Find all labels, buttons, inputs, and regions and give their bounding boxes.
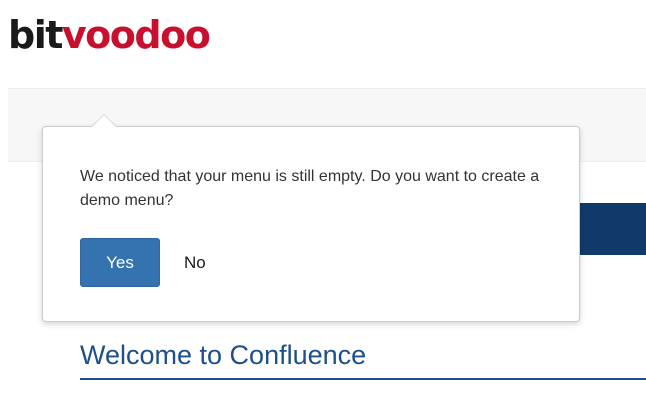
- title-underline: [80, 378, 646, 380]
- yes-button[interactable]: Yes: [80, 238, 160, 287]
- popup-actions: Yes No: [80, 238, 210, 287]
- main-content: Welcome to Confluence: [40, 323, 646, 403]
- logo-text-bit: bit: [8, 13, 63, 57]
- page-title: Welcome to Confluence: [80, 340, 367, 370]
- popup-message: We noticed that your menu is still empty…: [80, 168, 540, 209]
- no-button[interactable]: No: [180, 238, 210, 287]
- page: bitvoodoo Welcome to Confluence We notic…: [0, 0, 646, 403]
- bitvoodoo-logo[interactable]: bitvoodoo: [8, 12, 211, 58]
- logo-text-voodoo: voodoo: [61, 13, 211, 57]
- popup-arrow: [91, 114, 117, 127]
- demo-menu-popup: We noticed that your menu is still empty…: [42, 114, 580, 322]
